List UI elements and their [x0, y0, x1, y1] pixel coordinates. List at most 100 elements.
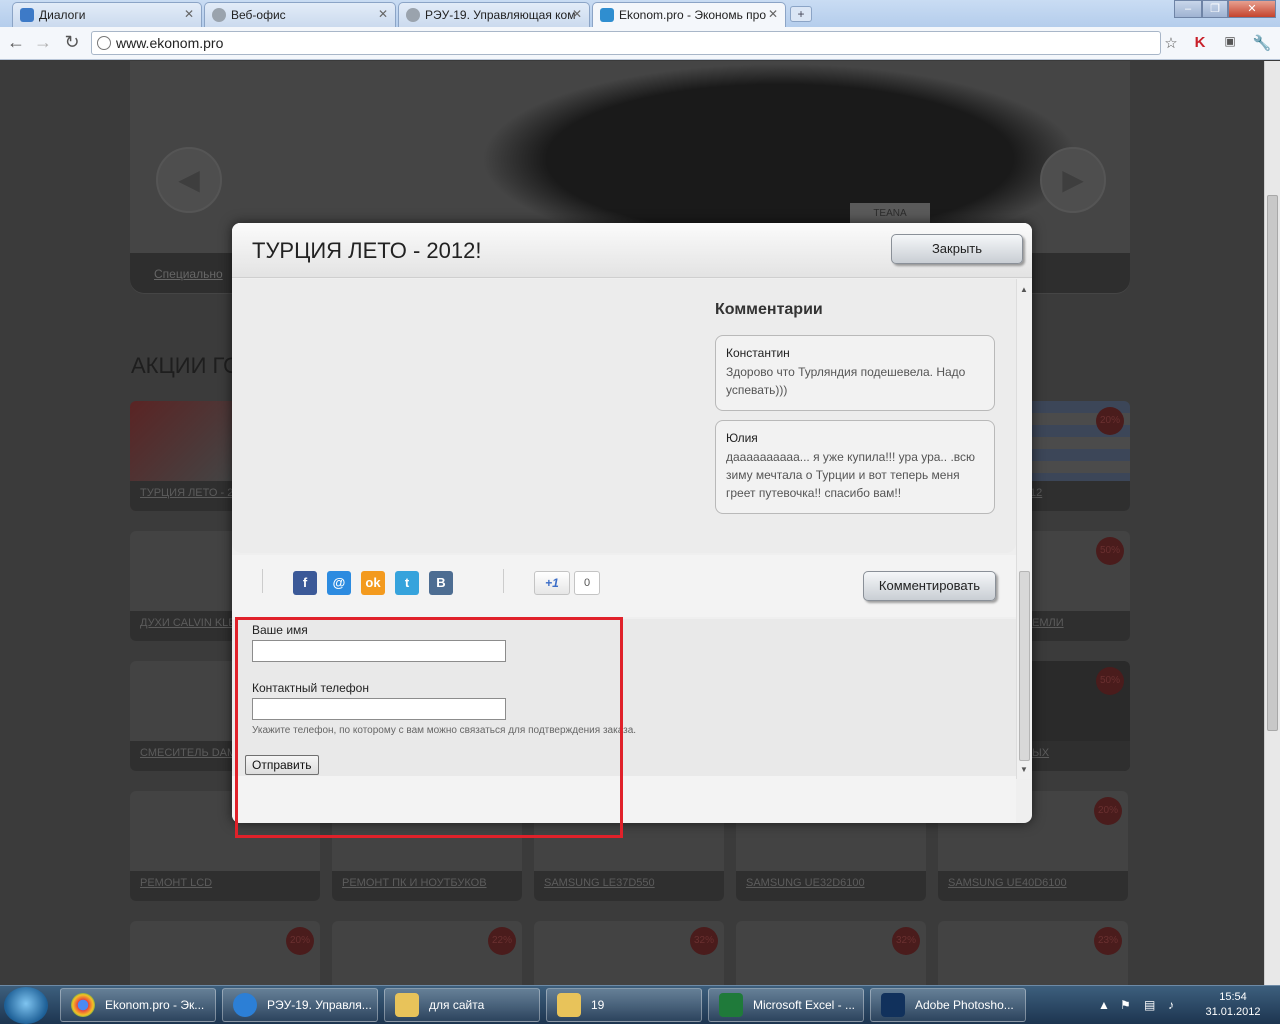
browser-toolbar: ← → ↻ www.ekonom.pro ☆ K ▣ 🔧	[0, 27, 1280, 60]
address-bar[interactable]: www.ekonom.pro	[91, 31, 1161, 55]
deal-card[interactable]: 23%	[938, 921, 1128, 985]
minimize-button[interactable]: –	[1174, 0, 1202, 18]
scrollbar-thumb[interactable]	[1267, 195, 1278, 731]
comment-author: Константин	[726, 346, 790, 360]
page-icon	[97, 36, 111, 50]
discount-badge: 23%	[1094, 927, 1122, 955]
globe-icon	[212, 8, 226, 22]
google-plusone-button[interactable]: +1	[534, 571, 570, 595]
excel-icon	[719, 993, 743, 1017]
discount-badge: 50%	[1096, 667, 1124, 695]
deal-title[interactable]: ЕМЛИ	[1032, 617, 1064, 629]
system-tray: ▲ ⚑ ▤ ♪ 15:54 31.01.2012	[1094, 986, 1280, 1024]
tab-title: РЭУ-19. Управляющая ком	[425, 8, 576, 22]
mail-ru-icon[interactable]: @	[327, 571, 351, 595]
deal-title[interactable]: ДУХИ CALVIN KLE	[140, 617, 236, 629]
comment-text: даааааааааа... я уже купила!!! ура ура..…	[726, 450, 976, 500]
slider-prev-icon[interactable]: ◀	[156, 147, 222, 213]
vkontakte-icon[interactable]: B	[429, 571, 453, 595]
browser-tabstrip: Диалоги ✕ Веб-офис ✕ РЭУ-19. Управляющая…	[0, 0, 1280, 28]
close-icon[interactable]: ✕	[572, 7, 582, 21]
close-icon[interactable]: ✕	[184, 7, 194, 21]
taskbar-item-label: для сайта	[429, 998, 485, 1012]
car-image	[480, 63, 1080, 223]
modal-scrollbar-thumb[interactable]	[1019, 571, 1030, 761]
taskbar-item-ie[interactable]: РЭУ-19. Управля...	[222, 988, 378, 1022]
window-close-button[interactable]: ✕	[1228, 0, 1276, 18]
taskbar-item-label: РЭУ-19. Управля...	[267, 998, 372, 1012]
tab-ekonom[interactable]: Ekonom.pro - Экономь про ✕	[592, 2, 786, 28]
page-scrollbar[interactable]	[1264, 61, 1280, 985]
show-hidden-icons-icon[interactable]: ▲	[1098, 998, 1110, 1012]
deal-title[interactable]: SAMSUNG UE32D6100	[746, 877, 865, 889]
deal-title[interactable]: ЫХ	[1032, 747, 1049, 759]
network-icon[interactable]: ▤	[1144, 998, 1155, 1012]
modal-scrollbar[interactable]: ▲ ▼	[1016, 279, 1032, 779]
action-center-icon[interactable]: ⚑	[1120, 998, 1131, 1012]
ie-icon	[233, 993, 257, 1017]
comment-button[interactable]: Комментировать	[863, 571, 996, 601]
plusone-count: 0	[574, 571, 600, 595]
extension-icon[interactable]: ▣	[1220, 34, 1240, 48]
bookmark-star-icon[interactable]: ☆	[1161, 34, 1181, 52]
ekonom-logo-icon	[600, 8, 614, 22]
clock-time: 15:54	[1219, 991, 1247, 1003]
chrome-icon	[71, 993, 95, 1017]
maximize-button[interactable]: ❐	[1202, 0, 1228, 18]
close-icon[interactable]: ✕	[768, 7, 778, 21]
forward-icon[interactable]: →	[32, 32, 54, 53]
slider-link[interactable]: Специально	[154, 267, 223, 281]
kaspersky-icon[interactable]: K	[1190, 34, 1210, 51]
wrench-icon[interactable]: 🔧	[1252, 34, 1272, 52]
tab-dialogs[interactable]: Диалоги ✕	[12, 2, 202, 27]
deal-title[interactable]: ТУРЦИЯ ЛЕТО - 20	[140, 487, 239, 499]
dialog-icon	[20, 8, 34, 22]
deal-title[interactable]: SAMSUNG LE37D550	[544, 877, 655, 889]
deal-card[interactable]: 32%	[534, 921, 724, 985]
deal-title[interactable]: РЕМОНТ ПК И НОУТБУКОВ	[342, 877, 487, 889]
taskbar-item-chrome[interactable]: Ekonom.pro - Эк...	[60, 988, 216, 1022]
tab-reu19[interactable]: РЭУ-19. Управляющая ком ✕	[398, 2, 590, 27]
modal-header: ТУРЦИЯ ЛЕТО - 2012! Закрыть	[232, 223, 1032, 278]
deal-card[interactable]: 22%	[332, 921, 522, 985]
deal-card[interactable]: 32%	[736, 921, 926, 985]
taskbar-item-folder[interactable]: для сайта	[384, 988, 540, 1022]
deal-title[interactable]: СМЕСИТЕЛЬ DAM	[140, 747, 236, 759]
form-highlight-box	[235, 617, 623, 838]
new-tab-button[interactable]: +	[790, 6, 812, 22]
taskbar-item-label: Ekonom.pro - Эк...	[105, 998, 205, 1012]
reload-icon[interactable]: ↻	[61, 32, 83, 53]
slider-next-icon[interactable]: ▶	[1040, 147, 1106, 213]
comment-item: Константин Здорово что Турляндия подешев…	[715, 335, 995, 411]
discount-badge: 22%	[488, 927, 516, 955]
scroll-down-icon[interactable]: ▼	[1020, 765, 1028, 774]
tab-title: Ekonom.pro - Экономь про	[619, 8, 767, 22]
photoshop-icon	[881, 993, 905, 1017]
clock[interactable]: 15:54 31.01.2012	[1198, 990, 1268, 1020]
deal-card[interactable]: 20%	[130, 921, 320, 985]
modal-title: ТУРЦИЯ ЛЕТО - 2012!	[252, 238, 482, 263]
taskbar-item-excel[interactable]: Microsoft Excel - ...	[708, 988, 864, 1022]
discount-badge: 20%	[1094, 797, 1122, 825]
start-button[interactable]	[4, 987, 48, 1024]
deal-title[interactable]: РЕМОНТ LCD	[140, 877, 212, 889]
back-icon[interactable]: ←	[5, 32, 27, 53]
taskbar-item-label: 19	[591, 998, 605, 1012]
taskbar-item-photoshop[interactable]: Adobe Photosho...	[870, 988, 1026, 1022]
deal-title[interactable]: SAMSUNG UE40D6100	[948, 877, 1067, 889]
deal-details-pane: Комментарии Константин Здорово что Турля…	[232, 279, 1016, 553]
twitter-icon[interactable]: t	[395, 571, 419, 595]
odnoklassniki-icon[interactable]: ok	[361, 571, 385, 595]
discount-badge: 20%	[286, 927, 314, 955]
taskbar-item-folder[interactable]: 19	[546, 988, 702, 1022]
close-icon[interactable]: ✕	[378, 7, 388, 21]
comment-item: Юлия даааааааааа... я уже купила!!! ура …	[715, 420, 995, 514]
close-button[interactable]: Закрыть	[891, 234, 1023, 264]
volume-icon[interactable]: ♪	[1168, 998, 1174, 1012]
scroll-up-icon[interactable]: ▲	[1020, 285, 1028, 294]
tab-web-office[interactable]: Веб-офис ✕	[204, 2, 396, 27]
facebook-icon[interactable]: f	[293, 571, 317, 595]
taskbar: Ekonom.pro - Эк... РЭУ-19. Управля... дл…	[0, 985, 1280, 1024]
divider	[262, 569, 263, 593]
car-plate: TEANA	[850, 203, 930, 225]
